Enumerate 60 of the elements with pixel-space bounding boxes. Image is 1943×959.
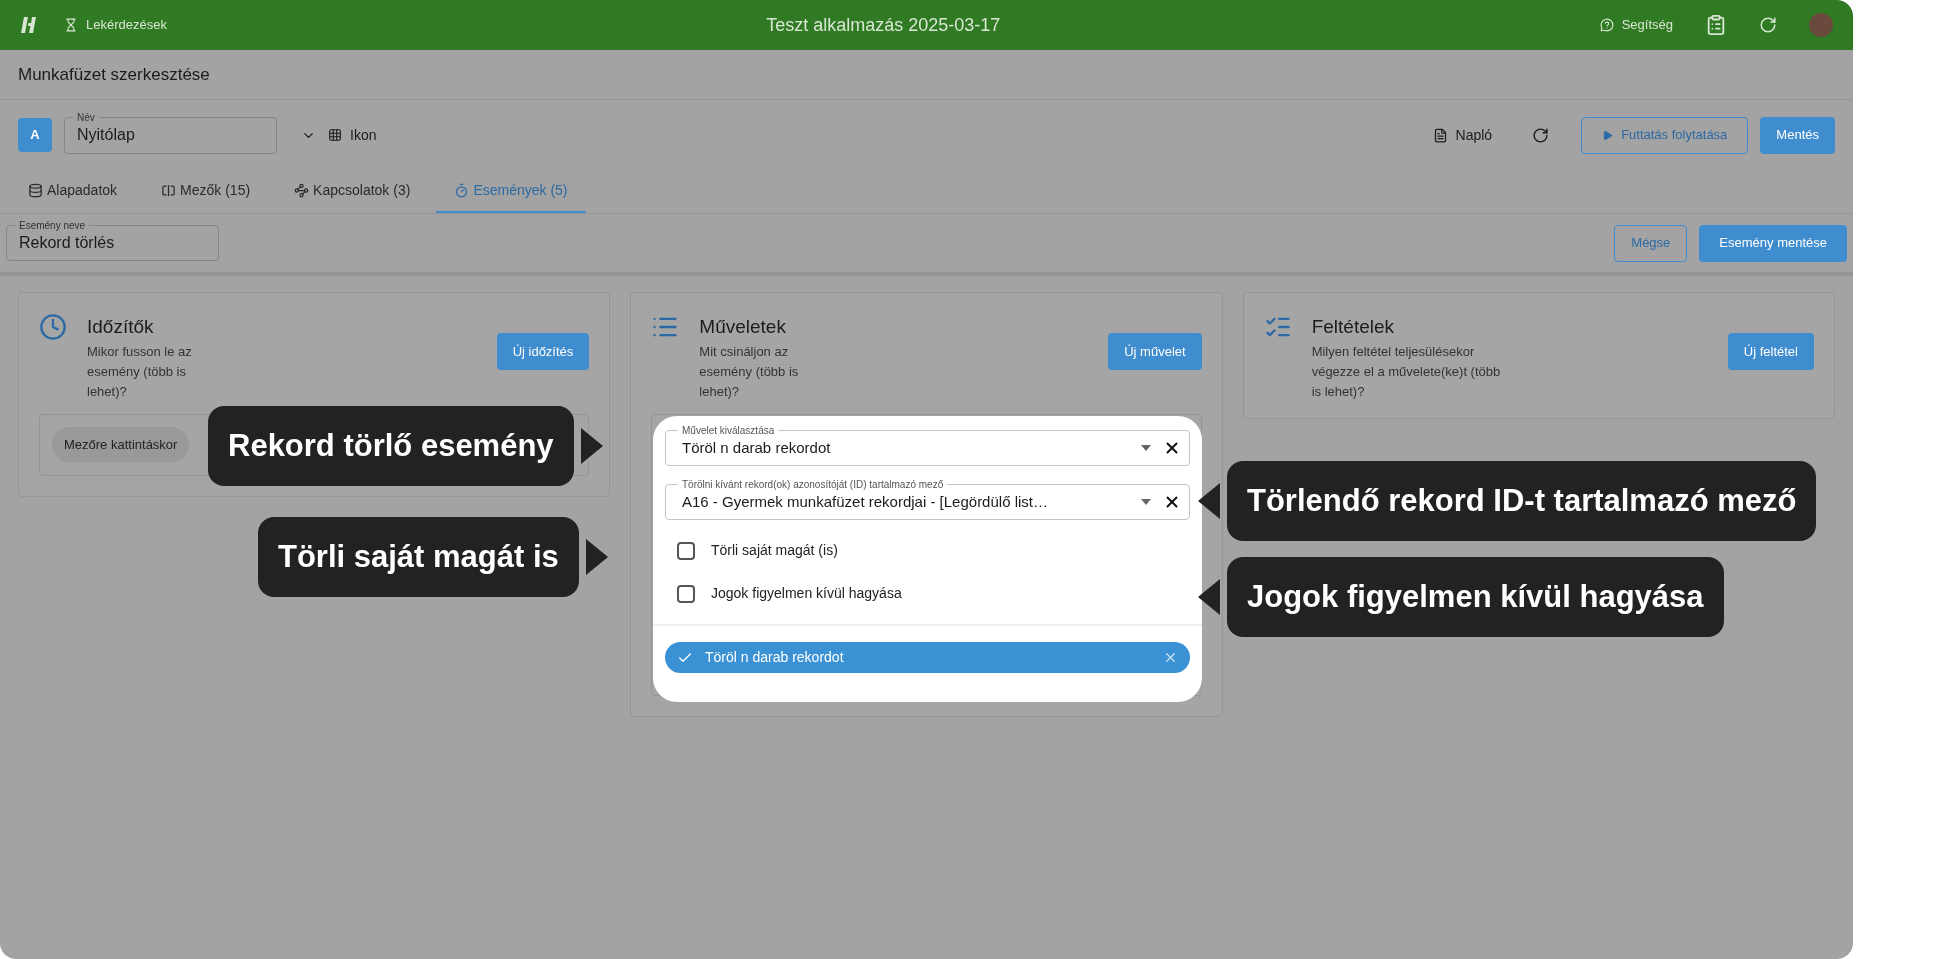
grid-icon — [328, 128, 342, 142]
add-button[interactable]: Új művelet — [1108, 333, 1202, 370]
save-button[interactable]: Mentés — [1760, 116, 1835, 154]
page-title: Munkafüzet szerkesztése — [18, 63, 210, 86]
tab[interactable]: Események (5) — [436, 170, 586, 213]
tab-icon — [454, 183, 470, 198]
play-icon — [1602, 129, 1614, 141]
clipboard-icon[interactable] — [1705, 14, 1727, 36]
reload-icon[interactable] — [1532, 126, 1550, 144]
hourglass-icon — [64, 18, 78, 32]
card-description: Mikor fusson le az esemény (több is lehet)? — [87, 342, 193, 401]
icon-selector[interactable]: Ikon — [350, 124, 377, 146]
tab-icon — [294, 183, 310, 198]
cancel-button[interactable]: Mégse — [1614, 224, 1688, 262]
caret-icon — [1141, 499, 1151, 505]
field-value: Töröl n darab rekordot — [682, 437, 832, 458]
selected-action-chip[interactable]: Töröl n darab rekordot — [665, 642, 1190, 673]
add-button[interactable]: Új feltétel — [1727, 333, 1814, 370]
card-title: Műveletek — [699, 315, 787, 339]
tab[interactable]: Alapadatok — [10, 170, 136, 213]
tab-icon — [28, 183, 43, 198]
card-description: Mit csináljon az esemény (több is lehet)? — [699, 342, 800, 401]
tab-icon — [161, 183, 177, 198]
checkbox-label: Jogok figyelmen kívül hagyása — [711, 584, 902, 603]
callout-pointer — [585, 539, 608, 575]
remove-icon[interactable] — [1163, 650, 1178, 665]
trigger-chip[interactable]: Mezőre kattintáskor — [52, 426, 190, 462]
field-value: A16 - Gyermek munkafüzet rekordjai - [Legördülő list… — [682, 491, 1049, 512]
callout-label: Jogok figyelmen kívül hagyása — [1227, 557, 1724, 637]
callout-label: Rekord törlő esemény — [208, 406, 574, 486]
card-title: Feltételek — [1311, 315, 1396, 339]
clock-icon — [39, 313, 67, 341]
callout-label: Törli saját magát is — [258, 517, 579, 597]
workbook-badge: A — [18, 118, 52, 152]
field-label: Törölni kívánt rekord(ok) azonosítóját (ID) tartalmazó mező — [678, 477, 948, 492]
field-value: Nyitólap — [77, 125, 135, 145]
checkbox[interactable] — [677, 541, 695, 560]
field-label: Esemény neve — [15, 218, 90, 233]
run-button[interactable]: Futtatás folytatása — [1581, 116, 1749, 154]
caret-icon — [1141, 445, 1151, 451]
checkbox[interactable] — [677, 584, 695, 603]
callout-label: Törlendő rekord ID-t tartalmazó mező — [1227, 461, 1817, 541]
card-description: Milyen feltétel teljesülésekor végezze el a művelete(ke)t (több is lehet)? — [1311, 342, 1502, 401]
tab[interactable]: Kapcsolatok (3) — [276, 170, 429, 213]
checkbox-label: Törli saját magát (is) — [711, 541, 838, 560]
callout-pointer — [580, 428, 603, 464]
nav-link[interactable]: Lekérdezések — [86, 15, 167, 35]
field-value: Rekord törlés — [19, 233, 115, 253]
tab[interactable]: Mezők (15) — [143, 170, 269, 213]
callout-pointer — [1198, 579, 1220, 615]
help-icon — [1599, 18, 1614, 32]
callout-pointer — [1198, 483, 1220, 519]
add-button[interactable]: Új időzítés — [496, 333, 590, 370]
save-event-button[interactable]: Esemény mentése — [1699, 224, 1847, 262]
refresh-icon[interactable] — [1759, 16, 1777, 34]
help-link[interactable]: Segítség — [1621, 15, 1673, 35]
log-link[interactable]: Napló — [1455, 124, 1493, 146]
log-icon — [1432, 127, 1448, 143]
card-title: Időzítők — [87, 315, 155, 339]
app-title: Teszt alkalmazás 2025-03-17 — [766, 13, 1001, 37]
